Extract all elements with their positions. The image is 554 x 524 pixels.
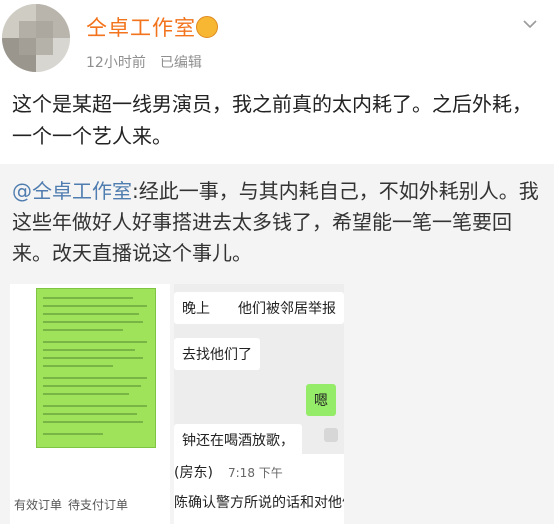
contact-card: (房东) 7:18 下午 陈确认警方所说的话和对他们 [174,454,344,524]
post-time: 12小时前 [86,55,146,71]
chat-bubble-3: 嗯 [306,384,336,416]
screenshot-image-right[interactable]: 晚上 他们被邻居举报 去找他们了 嗯 钟还在喝酒放歌， (房东) 7:18 下午… [174,284,344,524]
tab-valid-orders: 有效订单 [14,498,63,512]
post-text: 这个是某超一线男演员，我之前真的太内耗了。之后外耗，一个一个艺人来。 [12,92,532,148]
repost-box[interactable]: @仝卓工作室:经此一事，与其内耗自己，不如外耗别人。我这些年做好人好事搭进去太多… [0,164,554,524]
post-header: 仝卓工作室 12小时前 已编辑 [0,0,554,82]
repost-mention[interactable]: @仝卓工作室 [12,179,132,203]
chevron-down-icon[interactable] [522,16,538,32]
contact-name: (房东) [174,465,213,481]
screenshot-image-left[interactable]: 有效订单 待支付订单 [10,284,170,524]
blur-mask [324,428,338,442]
chat-bubble-4: 钟还在喝酒放歌， [174,424,302,456]
green-document [36,288,156,448]
contact-message: 陈确认警方所说的话和对他们 [174,495,344,511]
post-meta: 12小时前 已编辑 [86,52,202,72]
vip-badge-icon [196,16,218,38]
avatar[interactable] [2,4,70,72]
contact-time: 7:18 下午 [228,466,283,480]
edited-label[interactable]: 已编辑 [160,55,202,71]
repost-text: @仝卓工作室:经此一事，与其内耗自己，不如外耗别人。我这些年做好人好事搭进去太多… [12,176,540,269]
author-name[interactable]: 仝卓工作室 [86,12,196,42]
tab-pending-orders: 待支付订单 [68,498,129,512]
order-tabs: 有效订单 待支付订单 [10,492,170,516]
chat-bubble-2: 去找他们了 [174,338,260,370]
chat-bubble-1: 晚上 他们被邻居举报 [174,292,344,324]
